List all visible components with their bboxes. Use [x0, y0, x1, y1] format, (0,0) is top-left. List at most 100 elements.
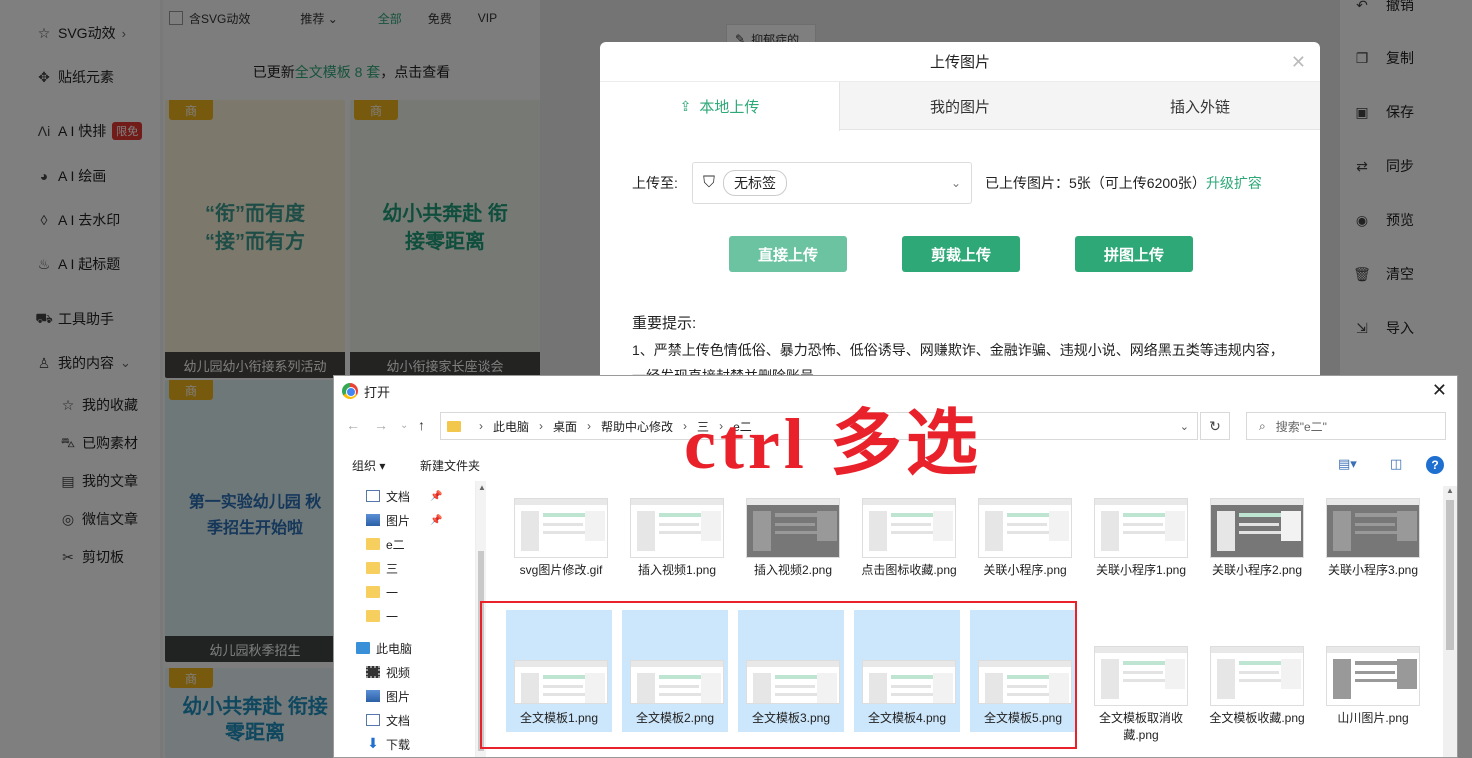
vid-icon — [366, 666, 380, 678]
file-item[interactable]: 插入视频1.png — [622, 488, 732, 608]
dialog-title: 上传图片 — [600, 42, 1320, 82]
organize-button[interactable]: 组织 ▾ — [352, 457, 385, 474]
file-name: 全文模板收藏.png — [1209, 711, 1305, 725]
tab-my-images[interactable]: 我的图片 — [840, 82, 1080, 130]
upload-image-dialog: 上传图片 ✕ ⇪ 本地上传 我的图片 插入外链 上传至: ⛉ 无标签 ⌄ 已上传图… — [600, 42, 1320, 382]
pc-icon — [356, 642, 370, 654]
tag-chip: 无标签 — [723, 170, 788, 196]
folder-icon — [447, 420, 461, 432]
nav-pane-item[interactable]: 一 — [366, 581, 398, 603]
nav-pane-label: 此电脑 — [376, 641, 413, 656]
nav-pane-item[interactable]: 此电脑 — [356, 637, 412, 659]
nav-pane-item[interactable]: 文档 📌 — [366, 485, 442, 507]
up-arrow-icon[interactable]: ↑ — [418, 417, 425, 433]
refresh-button[interactable]: ↻ — [1200, 412, 1230, 440]
forward-arrow-icon[interactable]: → — [374, 417, 388, 433]
file-name: 插入视频1.png — [637, 563, 717, 577]
direct-upload-button[interactable]: 直接上传 — [729, 236, 847, 272]
breadcrumb-item[interactable]: 此电脑 — [493, 418, 529, 435]
nav-pane-label: 一 — [386, 585, 399, 600]
ctrl-multiselect-annotation: ctrl 多选 — [684, 404, 982, 484]
chevron-down-icon[interactable]: ⌄ — [1180, 420, 1189, 433]
help-icon[interactable]: ? — [1426, 456, 1444, 474]
nav-pane-label: 下载 — [386, 737, 411, 752]
file-name: 全文模板取消收藏.png — [1098, 711, 1183, 742]
file-item[interactable]: 关联小程序3.png — [1318, 488, 1428, 608]
folder-icon — [366, 562, 380, 574]
file-name: 关联小程序1.png — [1095, 563, 1187, 577]
file-dialog-title: 打开 — [364, 384, 391, 400]
new-folder-button[interactable]: 新建文件夹 — [420, 457, 480, 474]
chrome-icon — [342, 383, 358, 399]
folder-icon — [366, 586, 380, 598]
back-arrow-icon[interactable]: ← — [346, 417, 360, 433]
bookmark-add-icon: ⛉ — [703, 174, 716, 191]
scroll-thumb[interactable] — [1446, 500, 1454, 650]
file-thumbnail-icon — [1326, 498, 1420, 558]
file-item[interactable]: 关联小程序.png — [970, 488, 1080, 608]
file-item[interactable]: 山川图片.png — [1318, 636, 1428, 756]
tab-local-upload[interactable]: ⇪ 本地上传 — [600, 82, 840, 131]
file-thumbnail-icon — [862, 498, 956, 558]
close-icon[interactable]: ✕ — [1291, 52, 1306, 73]
file-item[interactable]: 点击图标收藏.png — [854, 488, 964, 608]
scroll-up-icon[interactable]: ▲ — [478, 483, 486, 492]
quota-text: 已上传图片：5张（可上传6200张）升级扩容 — [985, 175, 1262, 191]
file-thumbnail-icon — [1210, 498, 1304, 558]
file-thumbnail-icon — [630, 498, 724, 558]
nav-pane-label: 三 — [386, 561, 399, 576]
file-item[interactable]: 插入视频2.png — [738, 488, 848, 608]
crop-upload-button[interactable]: 剪裁上传 — [902, 236, 1020, 272]
nav-pane-item[interactable]: 文档 — [366, 709, 410, 731]
dl-icon: ⬇ — [367, 735, 379, 751]
tag-select[interactable]: ⛉ 无标签 ⌄ — [692, 162, 972, 204]
nav-pane-label: 文档 — [386, 713, 411, 728]
search-input[interactable]: ⌕ 搜索"e二" — [1246, 412, 1446, 440]
breadcrumb-separator: › — [479, 419, 483, 433]
close-icon[interactable]: ✕ — [1432, 380, 1447, 401]
file-thumbnail-icon — [1094, 646, 1188, 706]
breadcrumb-item[interactable]: 桌面 — [553, 418, 577, 435]
pic-icon — [366, 690, 380, 702]
file-name: 关联小程序3.png — [1327, 563, 1419, 577]
breadcrumb-separator: › — [539, 419, 544, 433]
nav-pane-label: e二 — [386, 537, 405, 552]
recent-dropdown-icon[interactable]: ⌄ — [400, 420, 408, 431]
nav-pane-item[interactable]: 视频 — [366, 661, 410, 683]
nav-pane-item[interactable]: 图片 — [366, 685, 410, 707]
file-item[interactable]: 关联小程序2.png — [1202, 488, 1312, 608]
pic-icon — [366, 514, 380, 526]
nav-pane-item[interactable]: 图片 📌 — [366, 509, 442, 531]
nav-pane-item[interactable]: e二 — [366, 533, 405, 555]
upgrade-link[interactable]: 升级扩容 — [1206, 175, 1262, 191]
preview-pane-icon[interactable]: ◫ — [1390, 456, 1402, 472]
file-item[interactable]: 关联小程序1.png — [1086, 488, 1196, 608]
tab-insert-link[interactable]: 插入外链 — [1080, 82, 1320, 130]
nav-pane-item[interactable]: 一 — [366, 605, 398, 627]
navigation-pane: 文档 📌 图片 📌 e二三一一此电脑 视频 图片 文档 ⬇ 下载 — [334, 481, 476, 757]
scroll-up-icon[interactable]: ▲ — [1446, 486, 1454, 495]
file-thumbnail-icon — [1094, 498, 1188, 558]
file-item[interactable]: 全文模板取消收藏.png — [1086, 636, 1196, 756]
file-item[interactable]: svg图片修改.gif — [506, 488, 616, 608]
collage-upload-button[interactable]: 拼图上传 — [1075, 236, 1193, 272]
nav-pane-label: 图片 — [386, 513, 411, 528]
nav-pane-item[interactable]: 三 — [366, 557, 398, 579]
file-name: 关联小程序2.png — [1211, 563, 1303, 577]
upload-icon: ⇪ — [679, 98, 692, 114]
folder-icon — [366, 538, 380, 550]
file-name: 山川图片.png — [1337, 711, 1409, 725]
pin-icon: 📌 — [430, 514, 443, 526]
file-item[interactable]: 全文模板收藏.png — [1202, 636, 1312, 756]
nav-pane-item[interactable]: ⬇ 下载 — [366, 733, 410, 755]
view-options-icon[interactable]: ▤▾ — [1338, 456, 1357, 472]
breadcrumb-separator: › — [587, 419, 592, 433]
file-list-scrollbar[interactable]: ▲ — [1443, 486, 1457, 757]
file-thumbnail-icon — [746, 498, 840, 558]
file-name: 关联小程序.png — [983, 563, 1067, 577]
doc-icon — [366, 490, 380, 502]
nav-pane-label: 视频 — [386, 665, 411, 680]
file-thumbnail-icon — [1210, 646, 1304, 706]
breadcrumb-item[interactable]: 帮助中心修改 — [601, 418, 673, 435]
upload-to-label: 上传至: — [632, 175, 678, 191]
